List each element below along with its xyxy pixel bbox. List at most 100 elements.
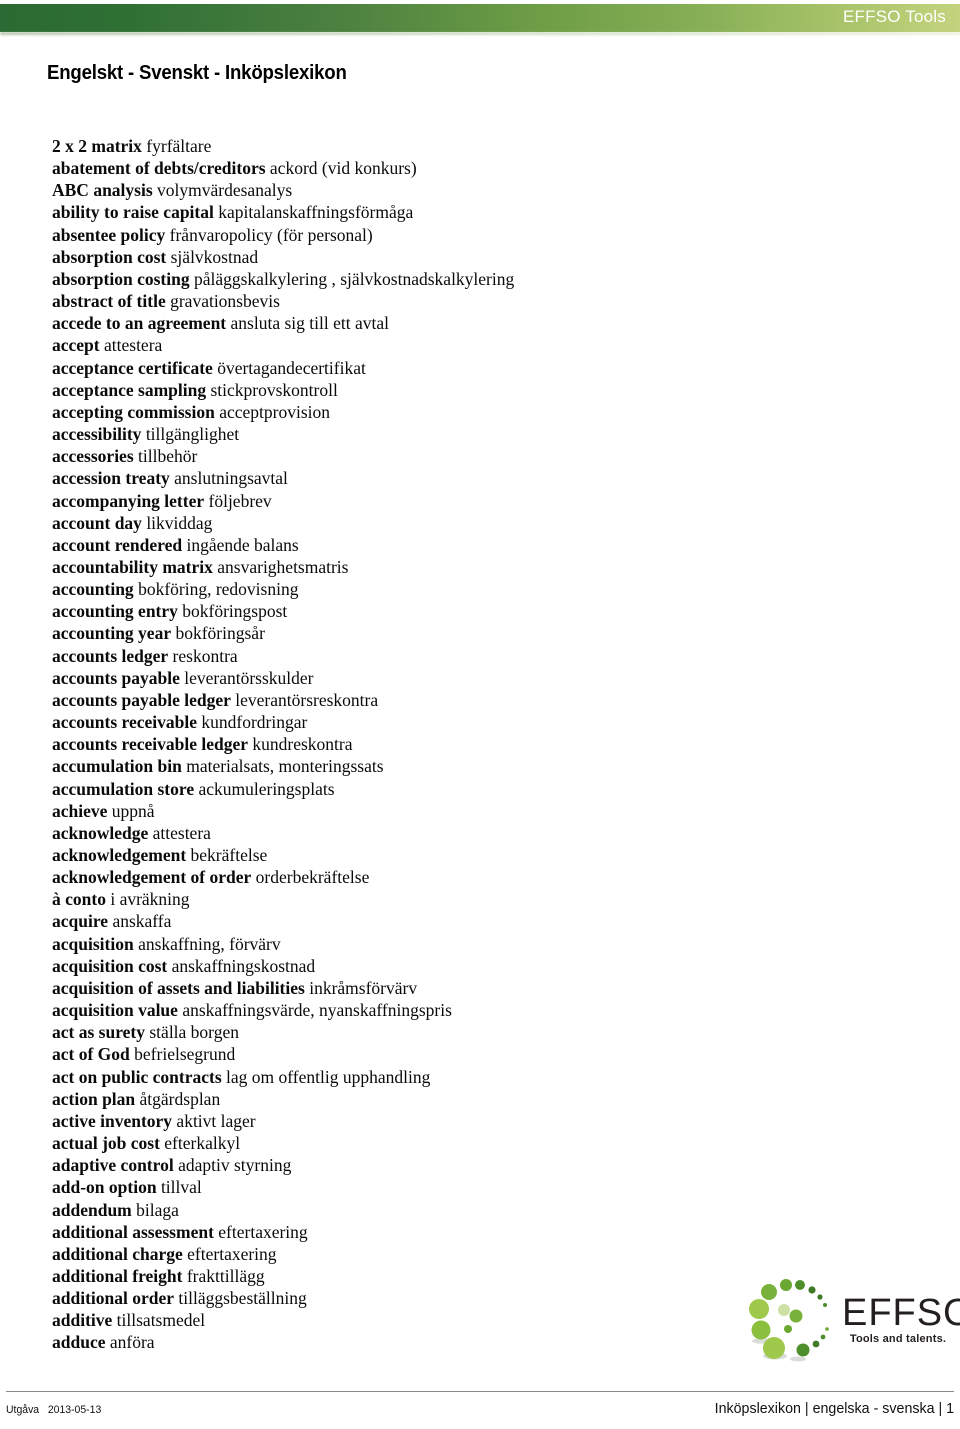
glossary-entry: act on public contracts lag om offentlig… (52, 1066, 912, 1088)
glossary-term: accounting (52, 579, 134, 600)
glossary-term: acquisition of assets and liabilities (52, 977, 305, 998)
logo-dots-icon (749, 1279, 829, 1362)
glossary-definition: anskaffningsvärde, nyanskaffningspris (182, 1000, 452, 1021)
glossary-term: achieve (52, 800, 108, 821)
glossary-entry: act of God befrielsegrund (52, 1043, 912, 1065)
glossary-entry: abatement of debts/creditors ackord (vid… (52, 157, 912, 179)
glossary-entry: accept attestera (52, 334, 912, 356)
glossary-term: accede to an agreement (52, 313, 227, 334)
glossary-entry: adaptive control adaptiv styrning (52, 1154, 912, 1176)
glossary-definition: i avräkning (110, 889, 190, 910)
glossary-term: accounts ledger (52, 645, 169, 666)
glossary-definition: kapitalanskaffningsförmåga (218, 202, 414, 223)
glossary-entry: acceptance sampling stickprovskontroll (52, 379, 912, 401)
glossary-term: account day (52, 512, 142, 533)
glossary-definition: materialsats, monteringssats (186, 756, 384, 777)
glossary-entry: acquisition cost anskaffningskostnad (52, 955, 912, 977)
glossary-definition: tillgänglighet (145, 424, 240, 445)
glossary-term: add-on option (52, 1177, 157, 1198)
glossary-entry: act as surety ställa borgen (52, 1021, 912, 1043)
glossary-entry: accountability matrix ansvarighetsmatris (52, 556, 912, 578)
glossary-term: ABC analysis (52, 180, 153, 201)
glossary-definition: frakttillägg (186, 1265, 265, 1286)
glossary-entry: addendum bilaga (52, 1199, 912, 1221)
glossary-definition: lag om offentlig upphandling (226, 1066, 431, 1087)
glossary-definition: bokföringsår (175, 623, 265, 644)
glossary-term: absorption costing (52, 268, 190, 289)
glossary-definition: bilaga (136, 1199, 179, 1220)
glossary-entry: 2 x 2 matrix fyrfältare (52, 135, 912, 157)
glossary-term: acknowledge (52, 822, 149, 843)
glossary-term: à conto (52, 889, 106, 910)
glossary-term: additional freight (52, 1265, 183, 1286)
glossary-term: accounts payable (52, 667, 180, 688)
glossary-term: action plan (52, 1088, 136, 1109)
glossary-entry: absorption cost självkostnad (52, 246, 912, 268)
glossary-term: additive (52, 1310, 113, 1331)
page-title: Engelskt - Svenskt - Inköpslexikon (47, 62, 347, 84)
glossary-term: act of God (52, 1044, 130, 1065)
glossary-entry: accumulation bin materialsats, montering… (52, 755, 912, 777)
glossary-entry: accounts payable leverantörsskulder (52, 667, 912, 689)
glossary-definition: påläggskalkylering , självkostnadskalkyl… (193, 268, 515, 289)
glossary-term: acquisition (52, 933, 134, 954)
glossary-definition: bekräftelse (190, 845, 268, 865)
glossary-term: accepting commission (52, 401, 215, 422)
glossary-term: acceptance sampling (52, 379, 207, 400)
glossary-definition: fyrfältare (146, 136, 212, 156)
glossary-term: acceptance certificate (52, 357, 213, 378)
glossary-definition: acceptprovision (219, 401, 331, 422)
glossary-definition: anskaffning, förvärv (138, 933, 281, 954)
glossary-definition: efterkalkyl (164, 1133, 241, 1154)
glossary-definition: anskaffningskostnad (171, 955, 316, 976)
glossary-definition: volymvärdesanalys (157, 180, 293, 201)
glossary-definition: adaptiv styrning (178, 1155, 292, 1176)
glossary-entry: acquisition value anskaffningsvärde, nya… (52, 999, 912, 1021)
glossary-term: acquisition value (52, 1000, 178, 1021)
glossary-term: accounts payable ledger (52, 689, 231, 710)
glossary-term: absentee policy (52, 224, 166, 245)
glossary-definition: anföra (109, 1332, 155, 1353)
glossary-term: acquire (52, 911, 109, 932)
glossary-term: accumulation bin (52, 756, 182, 777)
glossary-definition: anskaffa (112, 911, 172, 932)
glossary-definition: tillval (160, 1177, 202, 1198)
glossary-definition: stickprovskontroll (210, 379, 338, 400)
footer-document-info: Inköpslexikon | engelska - svenska | 1 (714, 1400, 954, 1417)
glossary-definition: frånvaropolicy (för personal) (169, 224, 373, 245)
glossary-entry: accounts ledger reskontra (52, 645, 912, 667)
glossary-term: accession treaty (52, 468, 170, 489)
glossary-definition: eftertaxering (218, 1221, 308, 1242)
glossary-entry: acknowledgement of order orderbekräftels… (52, 866, 912, 888)
glossary-entry: accounts receivable kundfordringar (52, 711, 912, 733)
glossary-entry: accumulation store ackumuleringsplats (52, 778, 912, 800)
glossary-term: abatement of debts/creditors (52, 158, 266, 179)
glossary-entry: ABC analysis volymvärdesanalys (52, 179, 912, 201)
glossary-term: accumulation store (52, 778, 195, 799)
glossary-definition: ackord (vid konkurs) (269, 158, 417, 179)
glossary-definition: befrielsegrund (134, 1044, 236, 1065)
glossary-definition: gravationsbevis (170, 291, 280, 312)
glossary-entry: acceptance certificate övertagandecertif… (52, 357, 912, 379)
glossary-term: accounting entry (52, 601, 178, 622)
glossary-term: actual job cost (52, 1133, 160, 1154)
glossary-definition: eftertaxering (187, 1243, 277, 1264)
glossary-term: accompanying letter (52, 490, 205, 511)
glossary-definition: tillsatsmedel (116, 1310, 206, 1331)
glossary-entry: abstract of title gravationsbevis (52, 290, 912, 312)
glossary-entry: à conto i avräkning (52, 888, 912, 910)
glossary-entry: acquisition of assets and liabilities in… (52, 977, 912, 999)
glossary-definition: bokföring, redovisning (138, 579, 299, 600)
glossary-entry: acknowledge attestera (52, 822, 912, 844)
glossary-term: act as surety (52, 1022, 145, 1043)
glossary-definition: ansluta sig till ett avtal (230, 313, 389, 334)
glossary-term: 2 x 2 matrix (52, 136, 142, 156)
glossary-term: accessories (52, 446, 134, 467)
glossary-definition: ackumuleringsplats (198, 778, 335, 799)
glossary-definition: tillbehör (138, 446, 198, 467)
glossary-entry: account day likviddag (52, 512, 912, 534)
glossary-entry: accede to an agreement ansluta sig till … (52, 312, 912, 334)
glossary-definition: orderbekräftelse (255, 867, 370, 888)
glossary-entry: action plan åtgärdsplan (52, 1088, 912, 1110)
glossary-entry: actual job cost efterkalkyl (52, 1132, 912, 1154)
